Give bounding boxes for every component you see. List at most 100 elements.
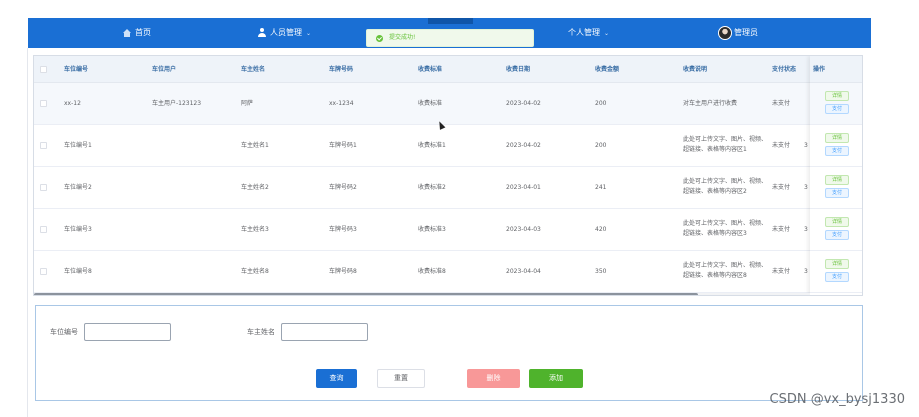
th-operations: 操作 (810, 56, 862, 83)
cell-pay-status: 未支付 (772, 100, 791, 107)
cell-fee-standard: 收费标准1 (418, 142, 446, 149)
owner-name-label: 车主姓名 (247, 328, 275, 336)
th-fee-date: 收费日期 (506, 66, 531, 73)
th-fee-standard: 收费标准 (418, 66, 443, 73)
horizontal-scrollbar[interactable] (34, 293, 810, 295)
success-toast: 提交成功! (366, 29, 534, 47)
table-row[interactable]: xx-12 车主用户-123123 阿萨 xx-1234 收费标准 2023-0… (34, 83, 862, 125)
cell-fee-standard: 收费标准3 (418, 226, 446, 233)
operations-cell: 详情 支付 (810, 167, 862, 209)
cell-fee-amount: 200 (595, 100, 607, 107)
row-checkbox[interactable] (40, 226, 47, 233)
detail-button[interactable]: 详情 (825, 91, 849, 101)
cell-fee-amount: 200 (595, 142, 607, 149)
nav-personal-management[interactable]: 个人管理 ⌄ (568, 18, 609, 48)
table-row[interactable]: 车位编号8 车主姓名8 车牌号码8 收费标准8 2023-04-04 350 此… (34, 251, 862, 293)
cell-pay-status: 未支付 (772, 226, 791, 233)
cell-plate-no: 车牌号码2 (329, 184, 357, 191)
cell-plate-no: 车牌号码3 (329, 226, 357, 233)
cell-space-no: 车位编号8 (64, 268, 92, 275)
row-checkbox[interactable] (40, 184, 47, 191)
th-space-no: 车位编号 (64, 66, 89, 73)
row-checkbox[interactable] (40, 142, 47, 149)
watermark: CSDN @vx_bysj1330 (769, 392, 906, 407)
detail-button[interactable]: 详情 (825, 133, 849, 143)
cell-pay-status: 未支付 (772, 184, 791, 191)
nav-admin[interactable]: 管理员 (718, 18, 758, 48)
query-button[interactable]: 查询 (316, 369, 357, 388)
detail-button[interactable]: 详情 (825, 217, 849, 227)
cell-space-no: 车位编号1 (64, 142, 92, 149)
table-header: 车位编号 车位用户 车主姓名 车牌号码 收费标准 收费日期 收费金额 收费说明 … (34, 56, 862, 83)
delete-button[interactable]: 删除 (467, 369, 520, 388)
detail-button[interactable]: 详情 (825, 175, 849, 185)
reset-button[interactable]: 重置 (377, 369, 425, 388)
pay-button[interactable]: 支付 (825, 272, 849, 282)
operations-cell: 详情 支付 (810, 125, 862, 167)
content-left-border (27, 48, 28, 417)
cell-owner-name: 阿萨 (241, 100, 254, 107)
owner-name-input[interactable] (281, 323, 368, 341)
avatar (718, 25, 732, 40)
pay-button[interactable]: 支付 (825, 188, 849, 198)
cell-fee-description: 对车主用户进行收费 (683, 100, 738, 107)
cell-fee-amount: 420 (595, 226, 607, 233)
cell-fee-amount: 241 (595, 184, 607, 191)
cell-fee-standard: 收费标准 (418, 100, 443, 107)
add-button[interactable]: 添加 (529, 369, 583, 388)
cell-space-no: 车位编号3 (64, 226, 92, 233)
cell-plate-no: xx-1234 (329, 100, 354, 107)
nav-personal-management-label: 个人管理 (568, 28, 600, 37)
cell-pay-status: 未支付 (772, 268, 791, 275)
nav-home-label: 首页 (135, 28, 151, 37)
th-fee-description: 收费说明 (683, 66, 708, 73)
cell-space-no: 车位编号2 (64, 184, 92, 191)
nav-person-management[interactable]: 人员管理 ⌄ (258, 18, 311, 48)
th-pay-status: 支付状态 (772, 66, 797, 73)
nav-home[interactable]: 首页 (123, 18, 151, 48)
cell-fee-date: 2023-04-02 (506, 142, 541, 149)
cell-fee-description: 此处可上传文字、图片、视频、超链接、表格等内容区3 (683, 220, 768, 237)
cell-fee-description: 此处可上传文字、图片、视频、超链接、表格等内容区1 (683, 136, 768, 153)
table-row[interactable]: 车位编号1 车主姓名1 车牌号码1 收费标准1 2023-04-02 200 此… (34, 125, 862, 167)
cell-fee-description: 此处可上传文字、图片、视频、超链接、表格等内容区2 (683, 178, 768, 195)
th-space-user: 车位用户 (152, 66, 177, 73)
table-row[interactable]: 车位编号3 车主姓名3 车牌号码3 收费标准3 2023-04-03 420 此… (34, 209, 862, 251)
pay-button[interactable]: 支付 (825, 230, 849, 240)
operations-cell: 详情 支付 (810, 209, 862, 251)
operations-cell: 详情 支付 (810, 251, 862, 293)
select-all-checkbox[interactable] (40, 66, 47, 73)
cell-plate-no: 车牌号码1 (329, 142, 357, 149)
cell-fee-standard: 收费标准8 (418, 268, 446, 275)
scrollbar-thumb[interactable] (34, 293, 698, 295)
cell-fee-date: 2023-04-01 (506, 184, 541, 191)
nav-active-indicator (428, 18, 473, 24)
row-checkbox[interactable] (40, 100, 47, 107)
cell-owner-name: 车主姓名2 (241, 184, 269, 191)
cell-fee-date: 2023-04-02 (506, 100, 541, 107)
search-panel: 车位编号 车主姓名 查询 重置 删除 添加 (35, 305, 863, 401)
fee-table: 车位编号 车位用户 车主姓名 车牌号码 收费标准 收费日期 收费金额 收费说明 … (33, 55, 863, 296)
cell-space-no: xx-12 (64, 100, 81, 107)
cell-owner-name: 车主姓名1 (241, 142, 269, 149)
cell-owner-name: 车主姓名8 (241, 268, 269, 275)
cell-fee-date: 2023-04-03 (506, 226, 541, 233)
pay-button[interactable]: 支付 (825, 146, 849, 156)
table-row[interactable]: 车位编号2 车主姓名2 车牌号码2 收费标准2 2023-04-01 241 此… (34, 167, 862, 209)
cell-space-user: 车主用户-123123 (152, 100, 202, 107)
admin-label: 管理员 (734, 28, 758, 37)
cell-owner-name: 车主姓名3 (241, 226, 269, 233)
row-checkbox[interactable] (40, 268, 47, 275)
cell-plate-no: 车牌号码8 (329, 268, 357, 275)
space-no-label: 车位编号 (50, 328, 78, 336)
cell-pay-status: 未支付 (772, 142, 791, 149)
th-fee-amount: 收费金额 (595, 66, 620, 73)
home-icon (123, 28, 131, 37)
chevron-down-icon: ⌄ (306, 30, 312, 37)
operations-column: 操作 详情 支付 详情 支付 详情 支付 详情 支付 详情 支付 (810, 56, 862, 295)
th-plate-no: 车牌号码 (329, 66, 354, 73)
pay-button[interactable]: 支付 (825, 104, 849, 114)
cell-fee-standard: 收费标准2 (418, 184, 446, 191)
detail-button[interactable]: 详情 (825, 259, 849, 269)
space-no-input[interactable] (84, 323, 171, 341)
